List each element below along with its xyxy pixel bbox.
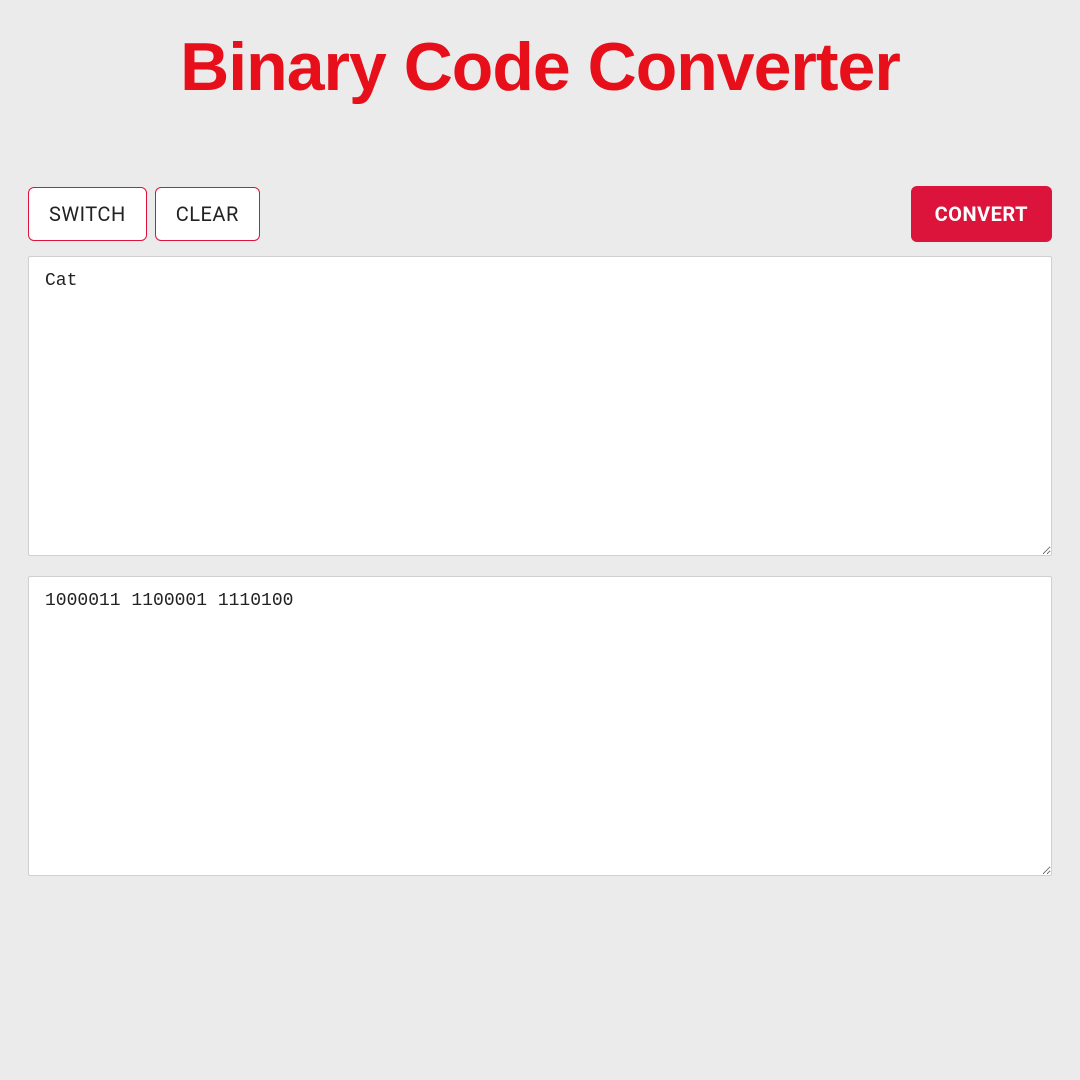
button-row: SWITCH CLEAR CONVERT — [28, 186, 1052, 242]
main-container: SWITCH CLEAR CONVERT — [0, 186, 1080, 896]
switch-button[interactable]: SWITCH — [28, 187, 147, 241]
convert-button[interactable]: CONVERT — [911, 186, 1052, 242]
input-textarea[interactable] — [28, 256, 1052, 556]
page-title: Binary Code Converter — [0, 0, 1080, 106]
clear-button[interactable]: CLEAR — [155, 187, 260, 241]
output-textarea[interactable] — [28, 576, 1052, 876]
left-button-group: SWITCH CLEAR — [28, 187, 260, 241]
